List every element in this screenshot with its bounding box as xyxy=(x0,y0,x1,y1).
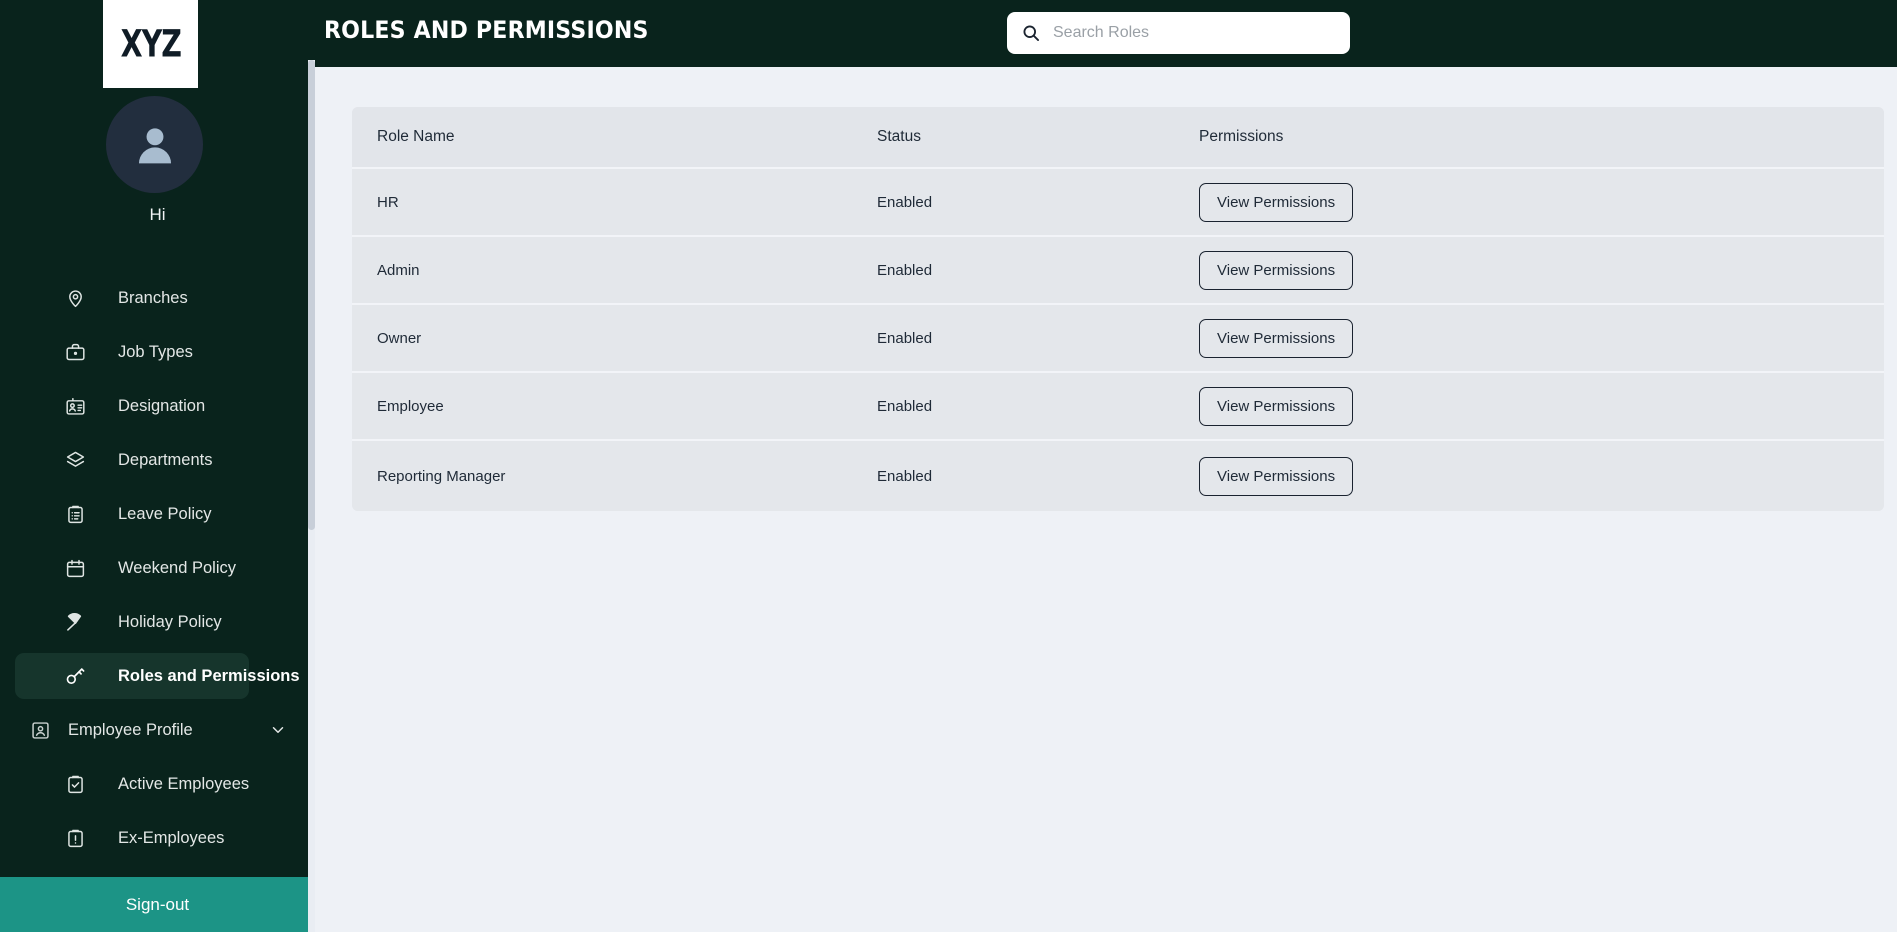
table-row: HR Enabled View Permissions xyxy=(352,169,1884,237)
column-header-permissions: Permissions xyxy=(1199,128,1284,145)
cell-status: Enabled xyxy=(877,397,933,415)
view-permissions-button[interactable]: View Permissions xyxy=(1199,456,1354,496)
sidebar: XYZ Hi Branches Job Types Designation De… xyxy=(0,0,315,932)
cell-status: Enabled xyxy=(877,467,933,485)
sidebar-nav: Branches Job Types Designation Departmen… xyxy=(0,275,315,869)
main-content: Role Name Status Permissions HR Enabled … xyxy=(322,67,1897,932)
sidebar-item-leave-policy[interactable]: Leave Policy xyxy=(0,491,315,537)
cell-role-name: Owner xyxy=(377,329,422,347)
id-card-icon xyxy=(63,394,87,418)
sidebar-item-label: Active Employees xyxy=(118,774,250,793)
layers-icon xyxy=(63,448,87,472)
search-box[interactable] xyxy=(1007,12,1350,54)
clipboard-alert-icon xyxy=(63,826,87,850)
sidebar-item-holiday-policy[interactable]: Holiday Policy xyxy=(0,599,315,645)
clipboard-check-icon xyxy=(63,772,87,796)
beach-umbrella-icon xyxy=(63,610,87,634)
table-header-row: Role Name Status Permissions xyxy=(352,107,1884,169)
view-permissions-button[interactable]: View Permissions xyxy=(1199,250,1354,290)
sidebar-item-label: Holiday Policy xyxy=(118,612,222,631)
sidebar-item-label: Ex-Employees xyxy=(118,828,225,847)
table-row: Employee Enabled View Permissions xyxy=(352,373,1884,441)
clipboard-list-icon xyxy=(63,502,87,526)
cell-status: Enabled xyxy=(877,261,933,279)
sidebar-item-ex-employees[interactable]: Ex-Employees xyxy=(0,815,315,861)
sidebar-item-label: Designation xyxy=(118,396,206,415)
sign-out-label: Sign-out xyxy=(125,894,190,914)
search-icon xyxy=(1021,23,1041,43)
table-row: Reporting Manager Enabled View Permissio… xyxy=(352,441,1884,511)
map-pin-icon xyxy=(63,286,87,310)
cell-role-name: Reporting Manager xyxy=(377,467,506,485)
cell-role-name: HR xyxy=(377,193,399,211)
user-greeting: Hi xyxy=(149,205,166,224)
sidebar-item-weekend-policy[interactable]: Weekend Policy xyxy=(0,545,315,591)
calendar-icon xyxy=(63,556,87,580)
sidebar-item-label: Branches xyxy=(118,288,188,307)
sidebar-item-label: Weekend Policy xyxy=(118,558,237,577)
cell-status: Enabled xyxy=(877,329,933,347)
cell-permissions: View Permissions xyxy=(1199,182,1884,222)
user-avatar-icon xyxy=(138,127,171,163)
sidebar-item-branches[interactable]: Branches xyxy=(0,275,315,321)
sign-out-button[interactable]: Sign-out xyxy=(0,877,315,932)
key-icon xyxy=(63,664,87,688)
column-header-role-name: Role Name xyxy=(377,128,455,145)
cell-permissions: View Permissions xyxy=(1199,250,1884,290)
column-header-status: Status xyxy=(877,128,921,145)
sidebar-item-label: Job Types xyxy=(118,342,193,361)
cell-role-name: Admin xyxy=(377,261,420,279)
sidebar-item-roles-and-permissions[interactable]: Roles and Permissions xyxy=(15,653,300,699)
table-row: Owner Enabled View Permissions xyxy=(352,305,1884,373)
user-square-icon xyxy=(28,718,52,742)
sidebar-group-employee-profile[interactable]: Employee Profile xyxy=(0,707,297,753)
briefcase-icon xyxy=(63,340,87,364)
sidebar-scrollbar[interactable] xyxy=(308,60,315,932)
sidebar-item-active-employees[interactable]: Active Employees xyxy=(0,761,315,807)
brand-logo[interactable]: XYZ xyxy=(103,0,198,88)
sidebar-scrollbar-thumb[interactable] xyxy=(308,60,315,530)
sidebar-item-departments[interactable]: Departments xyxy=(0,437,315,483)
chevron-down-icon[interactable] xyxy=(269,721,287,739)
cell-permissions: View Permissions xyxy=(1199,386,1884,426)
sidebar-group-label: Employee Profile xyxy=(68,720,193,739)
sidebar-item-job-types[interactable]: Job Types xyxy=(0,329,315,375)
sidebar-item-label: Leave Policy xyxy=(118,504,212,523)
search-input[interactable] xyxy=(1053,24,1333,42)
roles-table: Role Name Status Permissions HR Enabled … xyxy=(352,107,1884,511)
cell-permissions: View Permissions xyxy=(1199,456,1884,496)
brand-logo-text: XYZ xyxy=(120,22,181,66)
topbar: ROLES AND PERMISSIONS xyxy=(271,0,1897,67)
cell-permissions: View Permissions xyxy=(1199,318,1884,358)
page-title: ROLES AND PERMISSIONS xyxy=(324,16,649,44)
sidebar-item-label: Roles and Permissions xyxy=(118,666,300,685)
table-row: Admin Enabled View Permissions xyxy=(352,237,1884,305)
view-permissions-button[interactable]: View Permissions xyxy=(1199,318,1354,358)
cell-status: Enabled xyxy=(877,193,933,211)
app-root: XYZ Hi Branches Job Types Designation De… xyxy=(0,0,1897,932)
view-permissions-button[interactable]: View Permissions xyxy=(1199,182,1354,222)
view-permissions-button[interactable]: View Permissions xyxy=(1199,386,1354,426)
avatar[interactable] xyxy=(106,96,203,193)
cell-role-name: Employee xyxy=(377,397,444,415)
sidebar-item-designation[interactable]: Designation xyxy=(0,383,315,429)
sidebar-item-label: Departments xyxy=(118,450,213,469)
